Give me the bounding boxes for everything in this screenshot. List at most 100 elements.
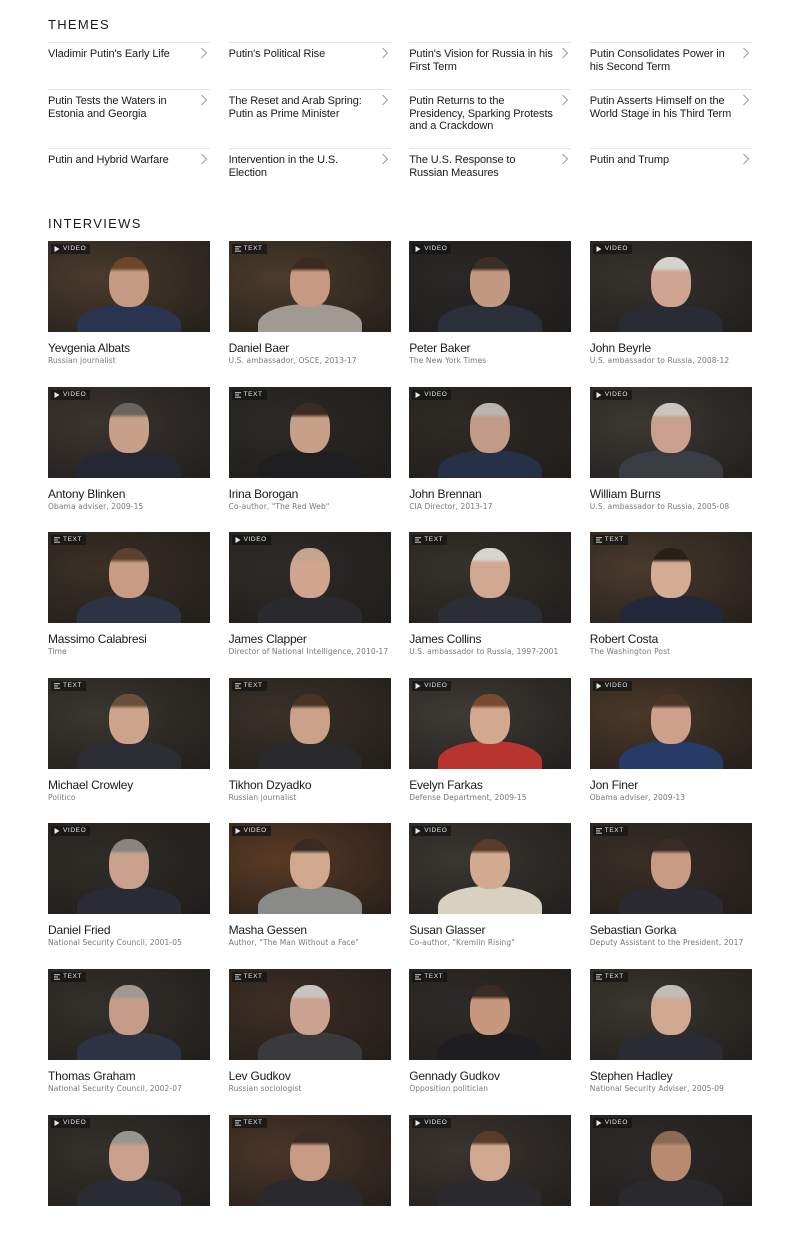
interviewee-name[interactable]: James Collins: [409, 632, 571, 646]
interview-thumbnail[interactable]: TEXT: [409, 532, 572, 624]
interview-thumbnail[interactable]: VIDEO: [589, 1114, 752, 1206]
interview-thumbnail[interactable]: TEXT: [48, 677, 210, 769]
interviewee-name[interactable]: John Beyrle: [590, 341, 752, 355]
interview-thumbnail[interactable]: TEXT: [409, 968, 572, 1060]
interviewee-name[interactable]: Daniel Fried: [48, 923, 210, 937]
interviewee-name[interactable]: James Clapper: [229, 632, 391, 646]
interview-card[interactable]: TEXT Robert Costa The Washington Post: [589, 532, 752, 678]
interview-thumbnail[interactable]: VIDEO: [589, 677, 752, 769]
interviewee-name[interactable]: Peter Baker: [409, 341, 571, 355]
interviewee-name[interactable]: Gennady Gudkov: [409, 1069, 571, 1083]
interviewee-name[interactable]: Michael Crowley: [48, 778, 210, 792]
interview-card[interactable]: VIDEO James Clapper Director of National I…: [228, 532, 391, 678]
interviewee-name[interactable]: Massimo Calabresi: [48, 632, 210, 646]
theme-link[interactable]: Putin and Hybrid Warfare: [48, 148, 210, 195]
interview-card[interactable]: TEXT Gennady Gudkov Opposition politician: [409, 968, 572, 1115]
interviewee-name[interactable]: Yevgenia Albats: [48, 341, 210, 355]
play-icon: [596, 246, 602, 252]
theme-link[interactable]: Putin Tests the Waters in Estonia and Ge…: [48, 89, 210, 148]
theme-link[interactable]: Vladimir Putin's Early Life: [48, 42, 210, 89]
interview-card[interactable]: VIDEO: [48, 1114, 210, 1260]
interview-card[interactable]: VIDEO Evelyn Farkas Defense Department, 20…: [409, 677, 572, 824]
interview-thumbnail[interactable]: VIDEO: [409, 241, 572, 332]
interview-card[interactable]: TEXT Stephen Hadley National Security Advi…: [589, 968, 752, 1115]
chevron-right-icon: [561, 153, 571, 165]
theme-link[interactable]: Putin Returns to the Presidency, Sparkin…: [409, 89, 572, 148]
interview-thumbnail[interactable]: TEXT: [228, 1114, 391, 1206]
interviewee-name[interactable]: Robert Costa: [590, 632, 752, 646]
interview-card[interactable]: VIDEO Yevgenia Albats Russian journalist: [48, 241, 210, 387]
interviewee-name[interactable]: John Brennan: [409, 487, 571, 501]
interview-card[interactable]: VIDEO John Brennan CIA Director, 2013-17: [409, 386, 572, 533]
interview-thumbnail[interactable]: VIDEO: [409, 677, 572, 769]
interview-thumbnail[interactable]: VIDEO: [48, 823, 210, 915]
interviewee-name[interactable]: Antony Blinken: [48, 487, 210, 501]
interview-card[interactable]: TEXT Massimo Calabresi Time: [48, 532, 210, 678]
interview-thumbnail[interactable]: VIDEO: [409, 823, 572, 915]
interviewee-name[interactable]: Evelyn Farkas: [409, 778, 571, 792]
interview-thumbnail[interactable]: VIDEO: [228, 532, 391, 624]
interview-thumbnail[interactable]: VIDEO: [409, 1114, 572, 1206]
interview-thumbnail[interactable]: TEXT: [589, 532, 752, 624]
interview-card[interactable]: VIDEO: [409, 1114, 572, 1260]
interview-card[interactable]: TEXT Sebastian Gorka Deputy Assistant to t…: [589, 823, 752, 969]
theme-link[interactable]: Putin Asserts Himself on the World Stage…: [589, 89, 752, 148]
interview-card[interactable]: VIDEO Daniel Fried National Security Counc…: [48, 823, 210, 969]
interviewee-name[interactable]: Jon Finer: [590, 778, 752, 792]
interview-card[interactable]: VIDEO John Beyrle U.S. ambassador to Russi…: [589, 241, 752, 387]
interview-card[interactable]: VIDEO: [589, 1114, 752, 1260]
interview-card[interactable]: VIDEO Antony Blinken Obama adviser, 2009-1…: [48, 386, 210, 533]
interview-thumbnail[interactable]: TEXT: [589, 968, 752, 1060]
interview-thumbnail[interactable]: VIDEO: [409, 386, 572, 478]
interview-thumbnail[interactable]: VIDEO: [589, 241, 752, 332]
interview-card[interactable]: TEXT Tikhon Dzyadko Russian journalist: [228, 677, 391, 824]
portrait-head: [289, 984, 330, 1035]
theme-link[interactable]: Putin's Vision for Russia in his First T…: [409, 42, 572, 89]
interviewee-name[interactable]: Lev Gudkov: [229, 1069, 391, 1083]
interview-card[interactable]: TEXT Irina Borogan Co-author, "The Red Web…: [228, 386, 391, 533]
interview-card[interactable]: TEXT Lev Gudkov Russian sociologist: [228, 968, 391, 1115]
interview-thumbnail[interactable]: TEXT: [589, 823, 752, 915]
interview-card[interactable]: TEXT Daniel Baer U.S. ambassador, OSCE, 20…: [228, 241, 391, 387]
theme-link[interactable]: Putin Consolidates Power in his Second T…: [589, 42, 752, 89]
interview-card[interactable]: TEXT Thomas Graham National Security Counc…: [48, 968, 210, 1115]
interviewee-name[interactable]: Thomas Graham: [48, 1069, 210, 1083]
badge-label: TEXT: [424, 972, 444, 980]
theme-link[interactable]: The U.S. Response to Russian Measures: [409, 148, 572, 195]
interview-thumbnail[interactable]: VIDEO: [48, 386, 210, 478]
interviewee-name[interactable]: Tikhon Dzyadko: [229, 778, 391, 792]
interview-card[interactable]: VIDEO Jon Finer Obama adviser, 2009-13: [589, 677, 752, 824]
video-badge: VIDEO: [231, 826, 271, 837]
interview-thumbnail[interactable]: TEXT: [228, 241, 391, 332]
interview-thumbnail[interactable]: TEXT: [228, 677, 391, 769]
interview-thumbnail[interactable]: TEXT: [48, 532, 210, 624]
interviewee-name[interactable]: Stephen Hadley: [590, 1069, 752, 1083]
interview-card[interactable]: TEXT Michael Crowley Politico: [48, 677, 210, 824]
interview-thumbnail[interactable]: VIDEO: [589, 386, 752, 478]
interview-card[interactable]: TEXT: [228, 1114, 391, 1260]
interview-thumbnail[interactable]: TEXT: [228, 386, 391, 478]
interviewee-name[interactable]: Daniel Baer: [229, 341, 391, 355]
theme-link[interactable]: The Reset and Arab Spring: Putin as Prim…: [228, 89, 391, 148]
theme-link[interactable]: Intervention in the U.S. Election: [228, 148, 391, 195]
badge-label: TEXT: [604, 972, 624, 980]
interviewee-name[interactable]: Masha Gessen: [229, 923, 391, 937]
interview-card[interactable]: VIDEO Masha Gessen Author, "The Man Withou…: [228, 823, 391, 969]
interviewee-name[interactable]: Sebastian Gorka: [590, 923, 752, 937]
video-badge: VIDEO: [592, 1117, 633, 1128]
interview-thumbnail[interactable]: VIDEO: [48, 1114, 210, 1206]
theme-link[interactable]: Putin's Political Rise: [228, 42, 391, 89]
interviewee-name[interactable]: William Burns: [590, 487, 752, 501]
interview-card[interactable]: TEXT James Collins U.S. ambassador to Russ…: [409, 532, 572, 678]
interview-card[interactable]: VIDEO William Burns U.S. ambassador to Rus…: [589, 386, 752, 533]
interview-thumbnail[interactable]: TEXT: [228, 968, 391, 1060]
interview-thumbnail[interactable]: VIDEO: [48, 241, 210, 332]
text-lines-icon: [234, 1119, 241, 1126]
theme-link[interactable]: Putin and Trump: [589, 148, 752, 195]
interview-thumbnail[interactable]: VIDEO: [228, 823, 391, 915]
interview-card[interactable]: VIDEO Susan Glasser Co-author, "Kremlin Ri…: [409, 823, 572, 969]
interview-thumbnail[interactable]: TEXT: [48, 968, 210, 1060]
interviewee-name[interactable]: Susan Glasser: [409, 923, 571, 937]
interview-card[interactable]: VIDEO Peter Baker The New York Times: [409, 241, 572, 387]
interviewee-name[interactable]: Irina Borogan: [229, 487, 391, 501]
